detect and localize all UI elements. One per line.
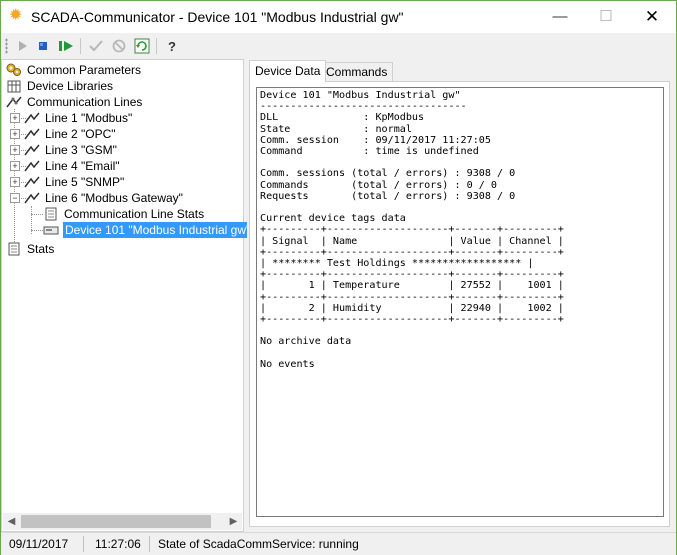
tree-item-label: Line 4 "Email": [45, 159, 120, 173]
status-separator: [83, 536, 84, 552]
tab-commands[interactable]: Commands: [320, 62, 394, 82]
refresh-button[interactable]: [133, 37, 151, 55]
line-icon: [24, 192, 40, 204]
tree-item-communication-lines[interactable]: Communication Lines: [2, 94, 242, 110]
line-icon: [24, 160, 40, 172]
tree-item-common-parameters[interactable]: Common Parameters: [2, 62, 242, 78]
minimize-button[interactable]: —: [537, 1, 583, 33]
collapse-toggle[interactable]: −: [10, 193, 20, 203]
about-button[interactable]: ?: [163, 37, 181, 55]
start-button[interactable]: [13, 37, 31, 55]
scroll-left-icon[interactable]: ◀: [3, 513, 20, 530]
start-icon: [19, 41, 27, 51]
tree-item-device-libraries[interactable]: Device Libraries: [2, 78, 242, 94]
window-title: SCADA-Communicator - Device 101 "Modbus …: [31, 9, 404, 25]
status-bar: 09/11/2017 11:27:06 State of ScadaCommSe…: [1, 532, 676, 555]
tree-connector: [31, 214, 43, 215]
scrollbar-thumb[interactable]: [21, 515, 211, 528]
stop-button[interactable]: [34, 37, 52, 55]
device-data-page: Device 101 "Modbus Industrial gw" ------…: [249, 81, 670, 527]
stop-icon: [39, 42, 47, 50]
toolbar: ?: [1, 33, 676, 59]
line-icon: [24, 112, 40, 124]
navigation-tree[interactable]: Common Parameters Device Libraries Commu…: [1, 59, 253, 532]
tree-item-label: Line 5 "SNMP": [45, 175, 125, 189]
toolbar-separator: [80, 38, 81, 54]
content-pane: Device Data Commands Device 101 "Modbus …: [247, 59, 676, 532]
status-separator: [149, 536, 150, 552]
maximize-button[interactable]: ☐: [583, 1, 629, 33]
tab-device-data[interactable]: Device Data: [249, 60, 327, 82]
tree-item-label: Device 101 "Modbus Industrial gw": [63, 222, 253, 238]
restart-icon: [59, 41, 73, 51]
cancel-icon: [112, 39, 126, 53]
scroll-right-icon[interactable]: ▶: [225, 513, 242, 530]
document-icon: [8, 242, 20, 256]
about-icon: ?: [168, 38, 176, 54]
line-icon: [24, 144, 40, 156]
title-bar: ✹ SCADA-Communicator - Device 101 "Modbu…: [1, 1, 676, 33]
expand-toggle[interactable]: +: [10, 145, 20, 155]
tree-item-line-1[interactable]: + Line 1 "Modbus": [2, 110, 242, 126]
expand-toggle[interactable]: +: [10, 129, 20, 139]
status-time: 11:27:06: [95, 537, 141, 551]
expand-toggle[interactable]: +: [10, 177, 20, 187]
status-service-state: State of ScadaCommService: running: [158, 537, 359, 551]
tree-item-line-6[interactable]: − Line 6 "Modbus Gateway": [2, 190, 242, 206]
device-icon: [43, 226, 59, 235]
apply-icon: [89, 40, 103, 52]
apply-button[interactable]: [87, 37, 105, 55]
toolbar-grip[interactable]: [5, 38, 8, 54]
tree-item-label: Device Libraries: [27, 79, 114, 93]
tree-item-label: Communication Lines: [27, 95, 143, 109]
app-window: ✹ SCADA-Communicator - Device 101 "Modbu…: [0, 0, 677, 555]
close-button[interactable]: ✕: [629, 1, 675, 33]
status-date: 09/11/2017: [9, 537, 69, 551]
tree-item-line-4[interactable]: + Line 4 "Email": [2, 158, 242, 174]
tree-item-label: Common Parameters: [27, 63, 142, 77]
expand-toggle[interactable]: +: [10, 113, 20, 123]
line-icon: [24, 176, 40, 188]
tree-item-line-stats[interactable]: Communication Line Stats: [2, 206, 242, 222]
gears-icon: [6, 63, 21, 76]
device-data-text: Device 101 "Modbus Industrial gw" ------…: [260, 90, 564, 370]
tree-item-label: Line 2 "OPC": [45, 127, 116, 141]
sun-icon: ✹: [9, 7, 23, 24]
tree-item-label: Line 3 "GSM": [45, 143, 117, 157]
tree-item-label: Communication Line Stats: [64, 207, 205, 221]
tree-item-device-101[interactable]: Device 101 "Modbus Industrial gw": [2, 222, 253, 238]
tree-item-line-5[interactable]: + Line 5 "SNMP": [2, 174, 242, 190]
line-icon: [24, 128, 40, 140]
lines-icon: [6, 96, 22, 108]
refresh-icon: [134, 38, 150, 54]
tree-connector: [31, 230, 43, 231]
horizontal-scrollbar[interactable]: ◀ ▶: [3, 513, 242, 530]
tree-item-stats[interactable]: Stats: [2, 241, 242, 257]
cancel-button[interactable]: [110, 37, 128, 55]
toolbar-separator: [156, 38, 157, 54]
tree-item-line-3[interactable]: + Line 3 "GSM": [2, 142, 242, 158]
expand-toggle[interactable]: +: [10, 161, 20, 171]
tree-item-label: Line 1 "Modbus": [45, 111, 133, 125]
restart-button[interactable]: [57, 37, 75, 55]
document-icon: [45, 207, 57, 221]
tree-item-label: Stats: [27, 242, 55, 256]
tree-item-label: Line 6 "Modbus Gateway": [45, 191, 183, 205]
tree-item-line-2[interactable]: + Line 2 "OPC": [2, 126, 242, 142]
library-icon: [7, 80, 21, 93]
device-data-textbox[interactable]: Device 101 "Modbus Industrial gw" ------…: [256, 87, 664, 517]
